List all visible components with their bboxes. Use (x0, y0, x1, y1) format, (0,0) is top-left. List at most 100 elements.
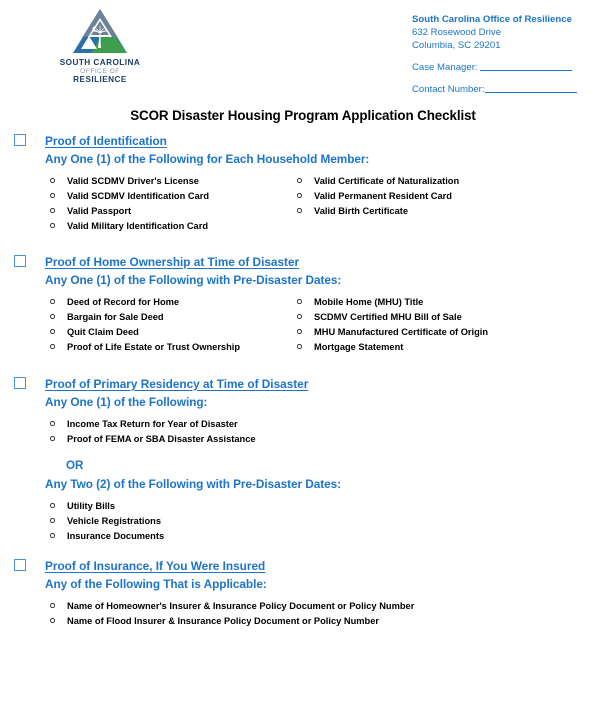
options-column-left-ownership: Deed of Record for Home Bargain for Sale… (45, 296, 292, 356)
list-item: Valid Passport (45, 205, 292, 219)
options-column-left-insurance: Name of Homeowner's Insurer & Insurance … (45, 600, 598, 629)
bullet-circle-icon (50, 329, 55, 334)
bullet-circle-icon (50, 299, 55, 304)
logo-text-line-1: SOUTH CAROLINA (59, 58, 141, 67)
list-item: Utility Bills (45, 500, 598, 514)
option-label: Valid Certificate of Naturalization (314, 176, 460, 186)
option-label: SCDMV Certified MHU Bill of Sale (314, 311, 462, 322)
options-two-column-identification: Valid SCDMV Driver's License Valid SCDMV… (45, 169, 598, 235)
bullet-circle-icon (50, 518, 55, 523)
checkbox-proof-of-home-ownership[interactable] (14, 254, 26, 267)
option-label: Valid SCDMV Identification Card (67, 190, 210, 201)
bullet-circle-icon (50, 533, 55, 538)
checkbox-proof-of-primary-residency[interactable] (14, 376, 26, 389)
section-subtitle-primary-residency: Any One (1) of the Following: (45, 394, 208, 409)
list-item: Valid SCDMV Driver's License (45, 175, 292, 189)
list-item: Insurance Documents (45, 530, 598, 544)
bullet-circle-icon (50, 503, 55, 508)
logo-text-line-3: RESILIENCE (73, 75, 127, 85)
section-title-proof-of-primary-residency[interactable]: Proof of Primary Residency at Time of Di… (45, 376, 308, 393)
option-label: Valid Birth Certificate (314, 205, 409, 216)
option-label: Name of Flood Insurer & Insurance Policy… (67, 615, 380, 626)
document-header: SOUTH CAROLINA OFFICE OF RESILIENCE Sout… (0, 0, 598, 100)
list-item: Proof of FEMA or SBA Disaster Assistance (45, 433, 598, 447)
section-title-proof-of-home-ownership[interactable]: Proof of Home Ownership at Time of Disas… (45, 254, 299, 271)
list-item: Valid Certificate of Naturalization (292, 175, 598, 189)
list-item: Valid Birth Certificate (292, 205, 598, 219)
bullet-circle-icon (297, 193, 302, 198)
inner-spacer (45, 448, 598, 456)
case-manager-label: Case Manager: (412, 62, 478, 73)
checkbox-proof-of-insurance[interactable] (14, 558, 26, 571)
scor-triangle-logo-icon (73, 9, 127, 53)
bullet-circle-icon (297, 329, 302, 334)
section-proof-of-identification: Proof of Identification Any One (1) of t… (0, 132, 598, 235)
section-title-proof-of-insurance[interactable]: Proof of Insurance, If You Were Insured (45, 558, 265, 575)
section-subtitle-proof-of-home-ownership: Any One (1) of the Following with Pre-Di… (45, 272, 342, 287)
list-item: Quit Claim Deed (45, 326, 292, 340)
bullet-circle-icon (50, 223, 55, 228)
list-item: Income Tax Return for Year of Disaster (45, 418, 598, 432)
bullet-circle-icon (50, 193, 55, 198)
option-label: Insurance Documents (67, 530, 165, 541)
bullet-circle-icon (50, 344, 55, 349)
options-two-column-ownership: Deed of Record for Home Bargain for Sale… (45, 290, 598, 356)
options-column-left-residency-2: Utility Bills Vehicle Registrations Insu… (45, 500, 598, 544)
list-item: Valid Permanent Resident Card (292, 190, 598, 204)
agency-name: South Carolina Office of Resilience (412, 14, 572, 25)
bullet-circle-icon (50, 603, 55, 608)
bullet-circle-icon (50, 618, 55, 623)
option-label: MHU Manufactured Certificate of Origin (314, 326, 489, 337)
option-label: Mortgage Statement (314, 341, 404, 352)
option-label: Valid SCDMV Driver's License (67, 176, 199, 186)
options-column-left-residency: Income Tax Return for Year of Disaster P… (45, 418, 598, 447)
agency-city-state-zip: Columbia, SC 29201 (412, 40, 501, 52)
bullet-circle-icon (50, 178, 55, 183)
agency-address-block: South Carolina Office of Resilience 632 … (412, 13, 592, 53)
section-title-proof-of-identification[interactable]: Proof of Identification (45, 133, 167, 150)
case-manager-input[interactable] (479, 60, 572, 71)
bullet-circle-icon (50, 208, 55, 213)
option-label: Income Tax Return for Year of Disaster (67, 418, 238, 429)
options-column-left-identification: Valid SCDMV Driver's License Valid SCDMV… (45, 175, 292, 235)
agency-street: 632 Rosewood Drive (412, 27, 502, 39)
list-item: Deed of Record for Home (45, 296, 292, 310)
section-subtitle-proof-of-insurance: Any of the Following That is Applicable: (45, 576, 267, 591)
list-item: Proof of Life Estate or Trust Ownership (45, 341, 292, 355)
list-item: Bargain for Sale Deed (45, 311, 292, 325)
option-label: Bargain for Sale Deed (67, 311, 164, 322)
page-title: SCOR Disaster Housing Program Applicatio… (130, 108, 476, 123)
contact-number-field-row: Contact Number: (412, 82, 577, 95)
option-label: Quit Claim Deed (67, 326, 139, 337)
list-item: Name of Flood Insurer & Insurance Policy… (45, 615, 598, 629)
bullet-circle-icon (50, 421, 55, 426)
checklist-sections: Proof of Identification Any One (1) of t… (0, 132, 598, 628)
list-item: Valid SCDMV Identification Card (45, 190, 292, 204)
option-label: Valid Passport (67, 205, 132, 216)
option-label: Vehicle Registrations (67, 515, 162, 526)
options-column-right-ownership: Mobile Home (MHU) Title SCDMV Certified … (292, 296, 598, 356)
checkbox-proof-of-identification[interactable] (14, 134, 26, 146)
section-subtitle-2-primary-residency: Any Two (2) of the Following with Pre-Di… (45, 476, 342, 491)
section-proof-of-insurance: Proof of Insurance, If You Were Insured … (0, 557, 598, 629)
list-item: MHU Manufactured Certificate of Origin (292, 326, 598, 340)
bullet-circle-icon (50, 436, 55, 441)
bullet-circle-icon (297, 208, 302, 213)
option-label: Proof of FEMA or SBA Disaster Assistance (67, 433, 256, 444)
bullet-circle-icon (50, 314, 55, 319)
list-item: Name of Homeowner's Insurer & Insurance … (45, 600, 598, 614)
list-item: SCDMV Certified MHU Bill of Sale (292, 311, 598, 325)
or-separator-label: OR (66, 458, 84, 472)
option-label: Utility Bills (67, 500, 116, 511)
contact-number-label: Contact Number: (412, 84, 485, 95)
list-item: Mortgage Statement (292, 341, 598, 355)
bullet-circle-icon (297, 314, 302, 319)
section-proof-of-primary-residency: Proof of Primary Residency at Time of Di… (0, 375, 598, 544)
bullet-circle-icon (297, 299, 302, 304)
options-column-right-identification: Valid Certificate of Naturalization Vali… (292, 175, 598, 235)
contact-number-input[interactable] (484, 82, 577, 93)
bullet-circle-icon (297, 344, 302, 349)
